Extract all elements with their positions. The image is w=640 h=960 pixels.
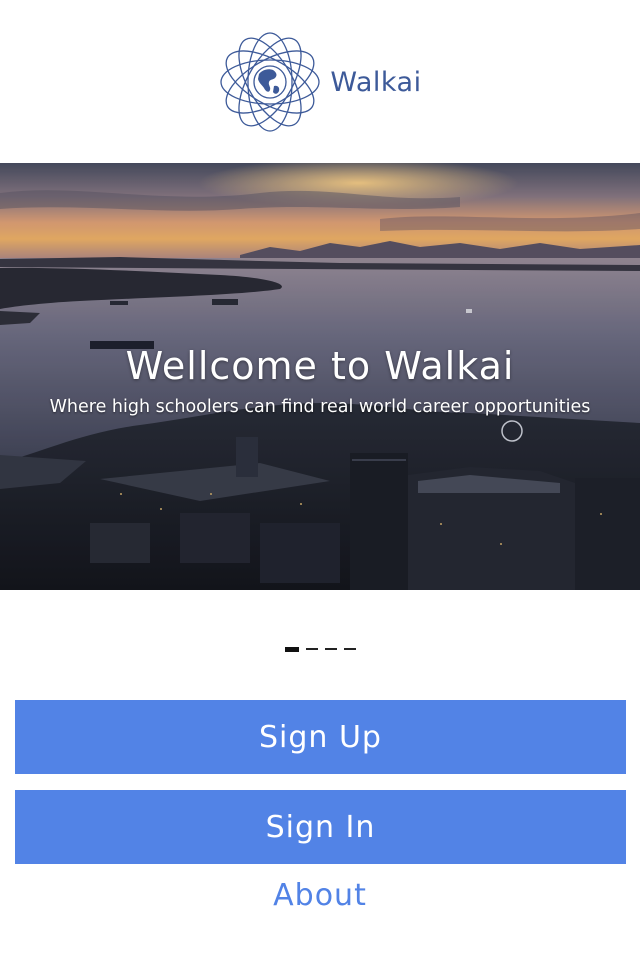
sign-up-button[interactable]: Sign Up (15, 700, 626, 774)
app-header: Walkai (0, 0, 640, 163)
globe-orbit-icon (220, 31, 321, 132)
about-link[interactable]: About (0, 878, 640, 913)
page-dot-active[interactable] (284, 646, 299, 652)
page-indicator[interactable] (0, 645, 640, 653)
page-dot[interactable] (343, 648, 356, 650)
page-dot[interactable] (305, 648, 318, 650)
welcome-screen: Walkai Wellcome to Walkai Where high sch… (0, 0, 640, 960)
page-dot[interactable] (324, 648, 337, 650)
app-logo-text: Walkai (330, 67, 422, 98)
sign-in-button[interactable]: Sign In (15, 790, 626, 864)
hero-banner: Wellcome to Walkai Where high schoolers … (0, 163, 640, 590)
hero-subtitle: Where high schoolers can find real world… (49, 397, 591, 417)
hero-title: Wellcome to Walkai (125, 344, 515, 388)
